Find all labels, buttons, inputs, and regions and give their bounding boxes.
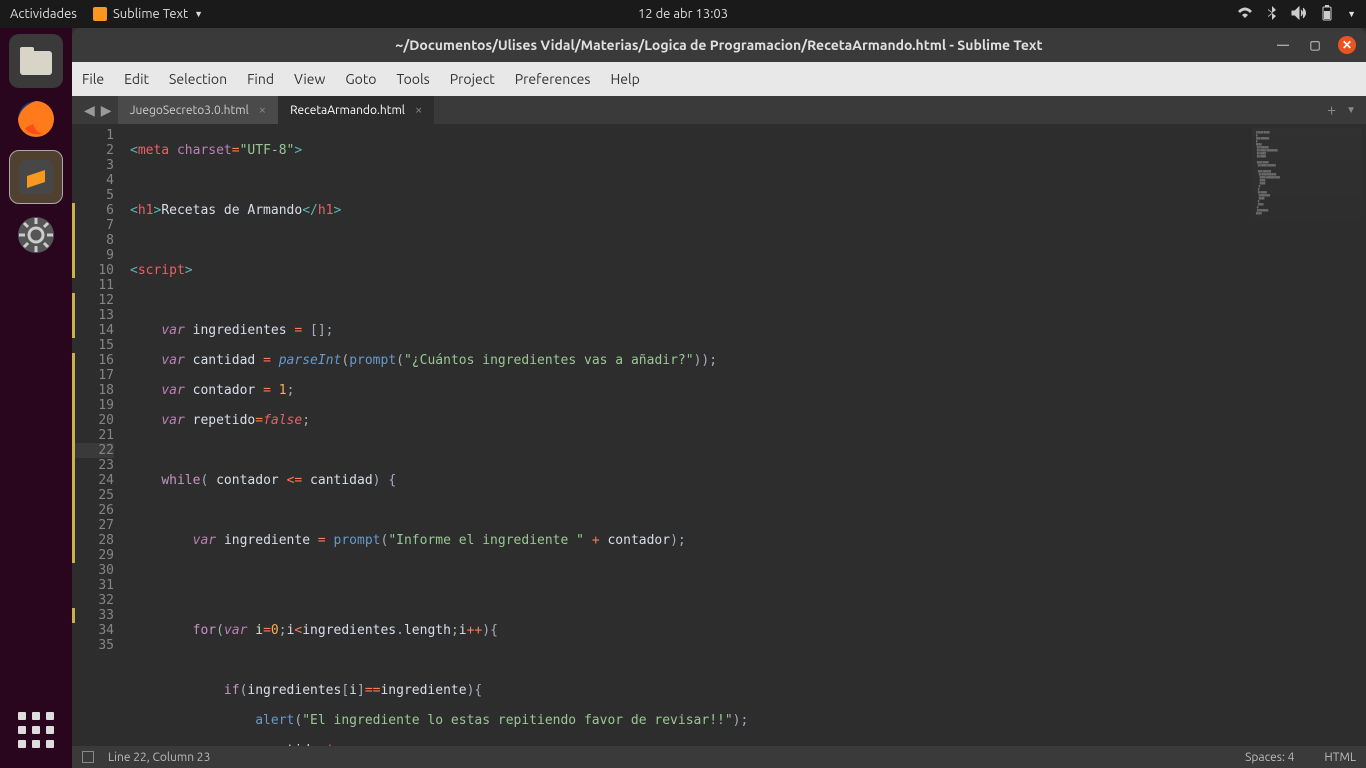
tab-juegosecreto[interactable]: JuegoSecreto3.0.html × bbox=[118, 96, 279, 124]
battery-icon[interactable] bbox=[1321, 5, 1333, 24]
panel-switcher-icon[interactable] bbox=[82, 751, 94, 763]
str-prompt-informe: "Informe el ingrediente " bbox=[388, 533, 584, 548]
tab-nav-forward-icon[interactable]: ▶ bbox=[101, 102, 112, 119]
dock-files[interactable] bbox=[9, 34, 63, 88]
system-menu-caret-icon[interactable]: ▼ bbox=[1347, 9, 1356, 19]
close-icon[interactable]: × bbox=[415, 103, 422, 117]
menu-bar: File Edit Selection Find View Goto Tools… bbox=[72, 62, 1366, 96]
app-menu-label: Sublime Text bbox=[113, 7, 188, 21]
tab-strip: ◀ ▶ JuegoSecreto3.0.html × RecetaArmando… bbox=[72, 96, 1366, 124]
menu-find[interactable]: Find bbox=[247, 71, 274, 87]
clock[interactable]: 12 de abr 13:03 bbox=[638, 7, 728, 21]
chevron-down-icon: ▼ bbox=[194, 9, 203, 19]
str-alert-repetido: "El ingrediente lo estas repitiendo favo… bbox=[302, 713, 732, 728]
bluetooth-icon[interactable] bbox=[1267, 6, 1277, 23]
dock-show-apps[interactable] bbox=[16, 710, 56, 750]
menu-edit[interactable]: Edit bbox=[124, 71, 149, 87]
charset-value: "UTF-8" bbox=[240, 143, 295, 158]
tab-label: JuegoSecreto3.0.html bbox=[130, 104, 249, 117]
window-title: ~/Documentos/Ulises Vidal/Materias/Logic… bbox=[395, 37, 1042, 53]
tab-recetaarmando[interactable]: RecetaArmando.html × bbox=[278, 96, 434, 124]
sublime-icon bbox=[93, 7, 107, 21]
status-syntax[interactable]: HTML bbox=[1324, 751, 1356, 764]
menu-selection[interactable]: Selection bbox=[169, 71, 227, 87]
tab-label: RecetaArmando.html bbox=[290, 104, 405, 117]
ubuntu-dock bbox=[0, 28, 72, 768]
menu-file[interactable]: File bbox=[82, 71, 104, 87]
close-icon[interactable]: × bbox=[259, 103, 266, 117]
status-indentation[interactable]: Spaces: 4 bbox=[1245, 751, 1294, 764]
tab-nav-back-icon[interactable]: ◀ bbox=[84, 102, 95, 119]
tab-dropdown-icon[interactable]: ▼ bbox=[1346, 104, 1356, 116]
dock-firefox[interactable] bbox=[9, 92, 63, 146]
editor-area[interactable]: 12345 678910 1112131415 1617181920 21222… bbox=[72, 124, 1366, 746]
code-content[interactable]: <meta charset="UTF-8"> <h1>Recetas de Ar… bbox=[122, 124, 1366, 746]
wifi-icon[interactable] bbox=[1237, 7, 1253, 22]
app-menu[interactable]: Sublime Text ▼ bbox=[93, 7, 203, 21]
status-position[interactable]: Line 22, Column 23 bbox=[108, 751, 210, 764]
window-titlebar[interactable]: ~/Documentos/Ulises Vidal/Materias/Logic… bbox=[72, 28, 1366, 62]
new-tab-icon[interactable]: + bbox=[1327, 101, 1336, 119]
str-prompt-cantidad: "¿Cuántos ingredientes vas a añadir?" bbox=[404, 353, 694, 368]
status-bar: Line 22, Column 23 Spaces: 4 HTML bbox=[72, 746, 1366, 768]
minimap[interactable]: █ ████ ████████ ███████████ ██ ██████ ██… bbox=[1252, 128, 1362, 248]
gnome-top-bar: Actividades Sublime Text ▼ 12 de abr 13:… bbox=[0, 0, 1366, 28]
menu-goto[interactable]: Goto bbox=[345, 71, 376, 87]
menu-project[interactable]: Project bbox=[450, 71, 495, 87]
line-number-gutter: 12345 678910 1112131415 1617181920 21222… bbox=[72, 124, 122, 746]
menu-tools[interactable]: Tools bbox=[397, 71, 430, 87]
activities-button[interactable]: Actividades bbox=[10, 7, 77, 21]
h1-text: Recetas de Armando bbox=[161, 203, 302, 218]
dock-sublime[interactable] bbox=[9, 150, 63, 204]
maximize-button[interactable]: ▢ bbox=[1306, 36, 1324, 54]
close-button[interactable]: ✕ bbox=[1338, 36, 1356, 54]
sublime-window: ~/Documentos/Ulises Vidal/Materias/Logic… bbox=[72, 28, 1366, 768]
menu-help[interactable]: Help bbox=[610, 71, 639, 87]
minimize-button[interactable]: — bbox=[1274, 36, 1292, 54]
dock-settings[interactable] bbox=[9, 208, 63, 262]
menu-preferences[interactable]: Preferences bbox=[515, 71, 591, 87]
menu-view[interactable]: View bbox=[294, 71, 325, 87]
volume-icon[interactable] bbox=[1291, 6, 1307, 23]
